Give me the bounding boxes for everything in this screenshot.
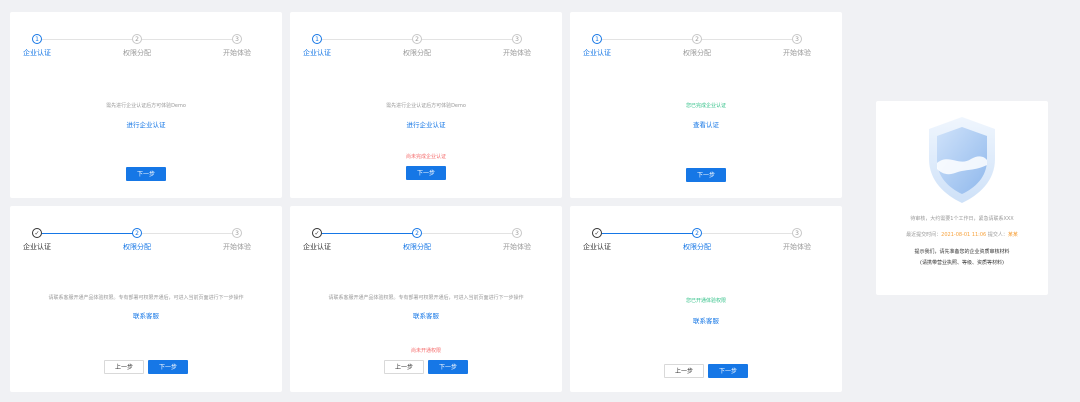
step-number: 3 [512, 228, 522, 238]
review-pending-panel: 待审核，大约需要1个工作日，紧急请联系XXX 最近提交时间：2021-08-01… [876, 101, 1048, 295]
step-permission: 2 权限分配 [667, 34, 727, 58]
submit-time: 2021-08-01 11:06 [941, 232, 987, 238]
step-label: 企业认证 [583, 243, 611, 251]
step-label: 开始体验 [223, 49, 251, 57]
next-button[interactable]: 下一步 [708, 364, 749, 378]
step-start: 3 开始体验 [487, 34, 547, 58]
stepper: 1 企业认证 2 权限分配 3 开始体验 [303, 34, 540, 64]
error-message: 尚未开通权限 [410, 348, 441, 354]
step-permission: 2 权限分配 [107, 228, 167, 252]
step-permission: 2 权限分配 [387, 228, 447, 252]
prev-button[interactable]: 上一步 [103, 360, 144, 374]
step-number: 3 [792, 228, 802, 238]
step-number: 1 [32, 34, 42, 44]
step-enterprise-auth: ✓ 企业认证 [287, 228, 347, 252]
stepper: 1 企业认证 2 权限分配 3 开始体验 [583, 34, 820, 64]
step-label: 企业认证 [23, 243, 51, 251]
step-permission: 2 权限分配 [387, 34, 447, 58]
description: 需先进行企业认证后方可体验Demo [386, 103, 466, 109]
stepper: ✓ 企业认证 2 权限分配 3 开始体验 [303, 228, 540, 258]
stepper: ✓ 企业认证 2 权限分配 3 开始体验 [23, 228, 260, 258]
next-button[interactable]: 下一步 [405, 166, 446, 180]
step-label: 权限分配 [123, 49, 151, 57]
step-start: 3 开始体验 [767, 34, 827, 58]
step-label: 开始体验 [783, 243, 811, 251]
check-icon: ✓ [312, 228, 322, 238]
stepper: 1 企业认证 2 权限分配 3 开始体验 [23, 34, 260, 64]
step-label: 开始体验 [783, 49, 811, 57]
step-number: 3 [792, 34, 802, 44]
step-number: 2 [132, 34, 142, 44]
contact-support-link[interactable]: 联系客服 [290, 310, 562, 320]
step-label: 企业认证 [23, 49, 51, 57]
step-number: 2 [692, 228, 702, 238]
step-permission: 2 权限分配 [107, 34, 167, 58]
enterprise-auth-link[interactable]: 进行企业认证 [10, 119, 282, 129]
step-label: 开始体验 [223, 243, 251, 251]
review-status: 待审核，大约需要1个工作日，紧急请联系XXX [910, 216, 1014, 222]
step-enterprise-auth: ✓ 企业认证 [7, 228, 67, 252]
stepper: ✓ 企业认证 2 权限分配 3 开始体验 [583, 228, 820, 258]
step-number: 3 [512, 34, 522, 44]
step-number: 2 [412, 34, 422, 44]
step-number: 1 [312, 34, 322, 44]
step-label: 权限分配 [683, 49, 711, 57]
step-start: 3 开始体验 [207, 34, 267, 58]
step-enterprise-auth: 1 企业认证 [287, 34, 347, 58]
description: 您已开通体验权限 [685, 298, 726, 304]
description: 您已完成企业认证 [685, 103, 726, 109]
step-label: 企业认证 [303, 49, 331, 57]
step-enterprise-auth: ✓ 企业认证 [567, 228, 627, 252]
prev-button[interactable]: 上一步 [383, 360, 424, 374]
step-permission: 2 权限分配 [667, 228, 727, 252]
auth-card-1: 1 企业认证 2 权限分配 3 开始体验 需先进行企业认证后方可体验Demo 进… [10, 12, 282, 198]
step-label: 开始体验 [503, 49, 531, 57]
step-number: 2 [412, 228, 422, 238]
tip-text: 提示我们，请先准备您的企业资质审核材料 [914, 249, 1010, 255]
next-button[interactable]: 下一步 [125, 167, 166, 181]
submitter-name[interactable]: 某某 [1008, 232, 1018, 238]
step-number: 2 [132, 228, 142, 238]
next-button[interactable]: 下一步 [685, 168, 726, 182]
description: 请联系客服开通产品体验权限。专有部署可权限开通后，可进入当前页面进行下一步操作 [48, 295, 244, 301]
check-icon: ✓ [32, 228, 42, 238]
step-number: 1 [592, 34, 602, 44]
step-label: 企业认证 [303, 243, 331, 251]
enterprise-auth-link[interactable]: 进行企业认证 [290, 119, 562, 129]
step-label: 权限分配 [403, 49, 431, 57]
check-icon: ✓ [592, 228, 602, 238]
permission-card-1: ✓ 企业认证 2 权限分配 3 开始体验 请联系客服开通产品体验权限。专有部署可… [10, 206, 282, 392]
contact-support-link[interactable]: 联系客服 [570, 315, 842, 325]
permission-card-2: ✓ 企业认证 2 权限分配 3 开始体验 请联系客服开通产品体验权限。专有部署可… [290, 206, 562, 392]
description: 需先进行企业认证后方可体验Demo [106, 103, 186, 109]
step-number: 3 [232, 34, 242, 44]
submit-time-label: 最近提交时间： [906, 232, 942, 238]
step-label: 企业认证 [583, 49, 611, 57]
step-number: 3 [232, 228, 242, 238]
permission-card-3: ✓ 企业认证 2 权限分配 3 开始体验 您已开通体验权限 联系客服 上一步 下… [570, 206, 842, 392]
step-start: 3 开始体验 [767, 228, 827, 252]
step-number: 2 [692, 34, 702, 44]
step-label: 权限分配 [683, 243, 711, 251]
step-enterprise-auth: 1 企业认证 [7, 34, 67, 58]
submitter-label: 提交人： [986, 232, 1008, 238]
prev-button[interactable]: 上一步 [663, 364, 704, 378]
step-enterprise-auth: 1 企业认证 [567, 34, 627, 58]
step-label: 权限分配 [123, 243, 151, 251]
auth-card-3: 1 企业认证 2 权限分配 3 开始体验 您已完成企业认证 查看认证 下一步 [570, 12, 842, 198]
step-start: 3 开始体验 [207, 228, 267, 252]
auth-card-2: 1 企业认证 2 权限分配 3 开始体验 需先进行企业认证后方可体验Demo 进… [290, 12, 562, 198]
view-auth-link[interactable]: 查看认证 [570, 119, 842, 129]
step-label: 开始体验 [503, 243, 531, 251]
tip-text-detail: (请携带营业执照、等级、资质等材料) [920, 260, 1004, 266]
description: 请联系客服开通产品体验权限。专有部署可权限开通后，可进入当前页面进行下一步操作 [328, 295, 524, 301]
contact-support-link[interactable]: 联系客服 [10, 310, 282, 320]
error-message: 尚未完成企业认证 [405, 154, 446, 160]
submit-info: 最近提交时间：2021-08-01 11:06 提交人：某某 [876, 231, 1048, 238]
step-label: 权限分配 [403, 243, 431, 251]
next-button[interactable]: 下一步 [428, 360, 469, 374]
shield-icon [929, 117, 995, 203]
next-button[interactable]: 下一步 [148, 360, 189, 374]
step-start: 3 开始体验 [487, 228, 547, 252]
